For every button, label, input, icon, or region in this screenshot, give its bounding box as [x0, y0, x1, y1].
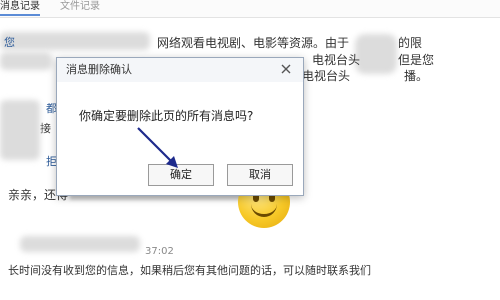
chat-text-line-3: 电视台头 [302, 69, 351, 83]
chat-footer-message: 长时间没有收到您的信息，如果稍后您有其他问题的话，可以随时联系我们 [8, 264, 371, 277]
dialog-title: 消息删除确认 [66, 63, 132, 76]
arrow-annotation [137, 127, 178, 168]
side-text-3: 接 [40, 122, 51, 135]
dialog-message: 你确定要删除此页的所有消息吗? [79, 109, 254, 123]
close-icon[interactable] [278, 61, 294, 77]
blurred-avatar [355, 34, 397, 74]
blurred-text-2 [0, 52, 52, 70]
chat-text-line-1-tail: 的限 [398, 36, 423, 50]
chat-text-line-3-tail: 播。 [404, 69, 429, 83]
tab-message-history[interactable]: 消息记录 [0, 1, 40, 16]
chat-text-line-1: 网络观看电视剧、电影等资源。由于 [157, 36, 350, 50]
message-timestamp: 37:02 [145, 246, 174, 257]
chat-text-line-2: 电视台头 [312, 53, 361, 67]
dialog-header: 消息删除确认 [57, 58, 303, 82]
tab-file-history[interactable]: 文件记录 [60, 1, 100, 13]
cancel-button[interactable]: 取消 [227, 164, 293, 186]
tab-bar: 消息记录 文件记录 [0, 0, 500, 18]
blurred-text-4 [20, 236, 140, 252]
blurred-text-1 [0, 32, 150, 50]
blurred-text-3 [0, 100, 40, 160]
side-text-1: 您 [4, 36, 15, 49]
chat-text-line-2-tail: 但是您 [398, 53, 435, 67]
